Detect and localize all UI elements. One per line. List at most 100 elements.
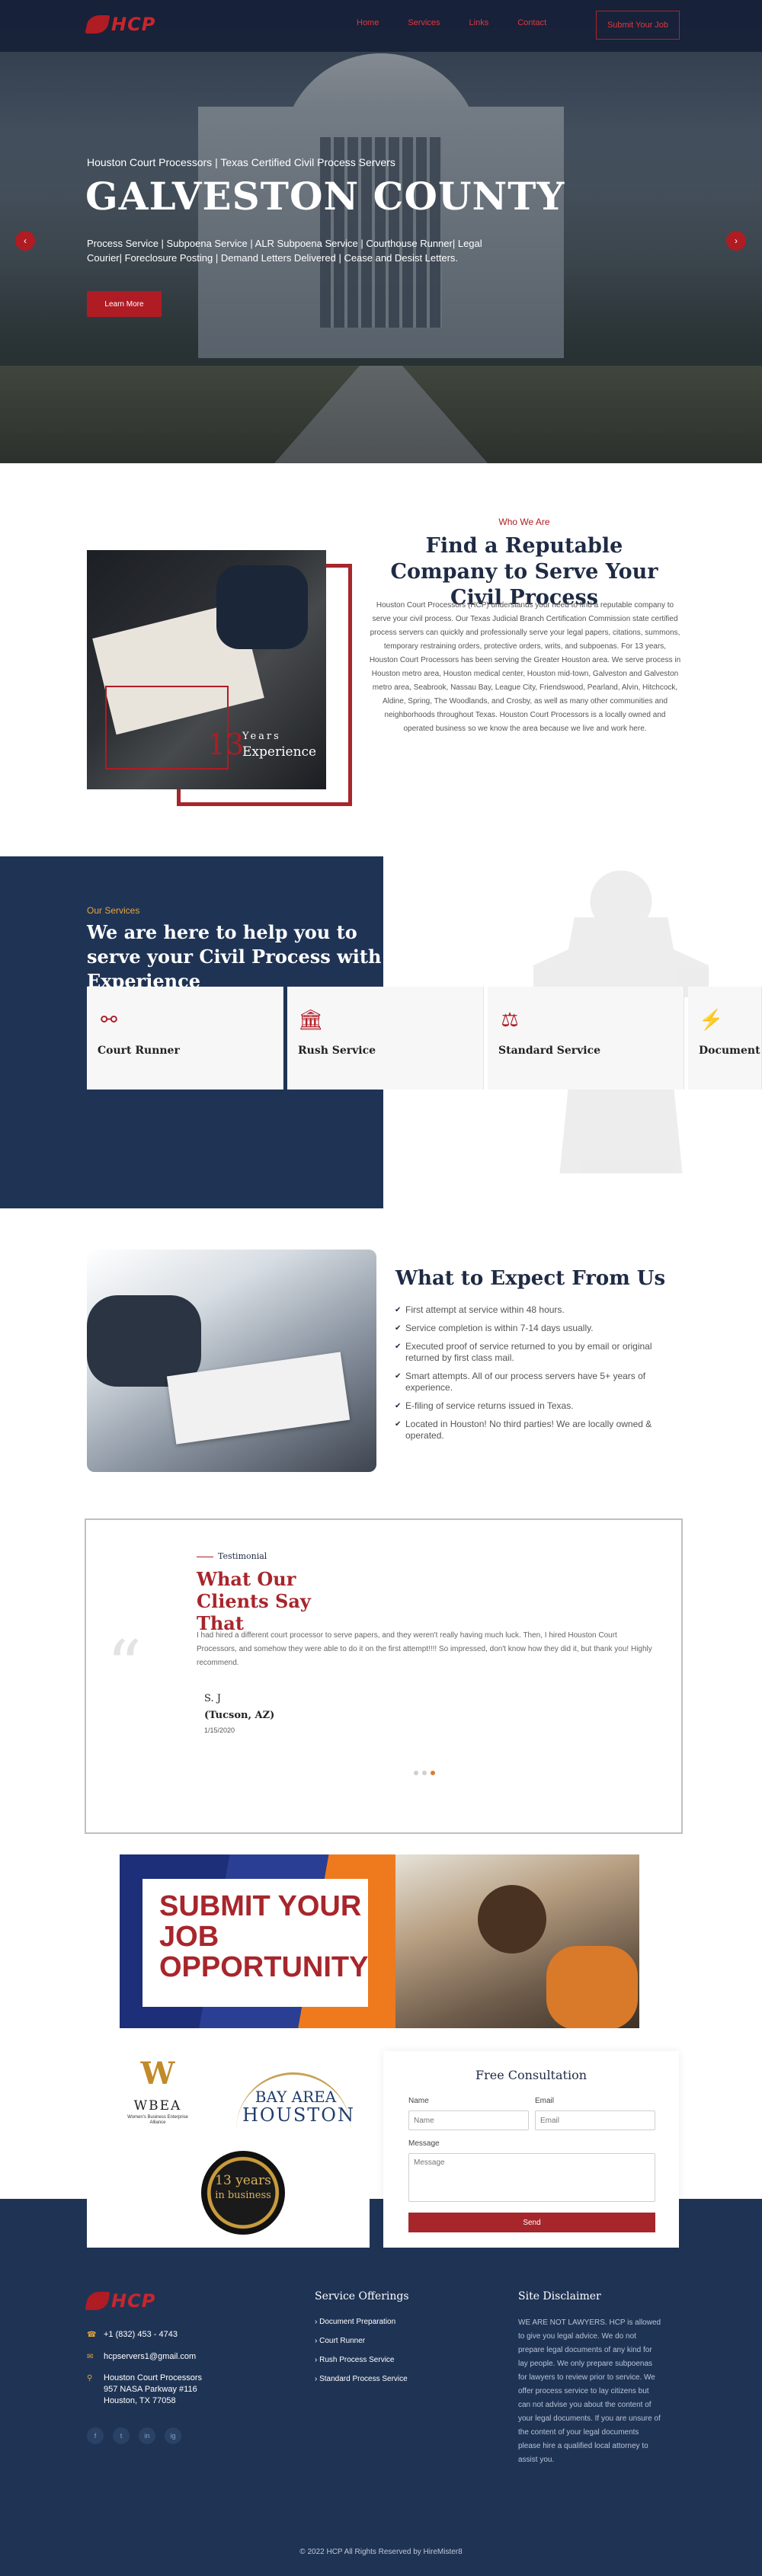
bay-area-houston-logo-line2: HOUSTON [242,2104,355,2126]
bay-area-houston-logo-line1: BAY AREA [255,2088,337,2106]
hero-slider [0,0,762,463]
check-icon: ✔ [395,1306,402,1314]
banner-photo-person [478,1885,546,1954]
slider-prev-arrow-icon[interactable]: ‹ [15,231,35,251]
service-card-court-runner[interactable]: ⚯ Court Runner [87,987,283,1090]
footer-logo[interactable]: HCP [85,2290,156,2312]
book-reader-icon: ⚯ [101,1008,117,1031]
footer-link-text: Court Runner [319,2337,366,2345]
main-nav: Home Services Links Contact [357,18,546,27]
footer-email[interactable]: ✉ hcpservers1@gmail.com [87,2351,196,2363]
expect-image-arm [87,1295,201,1387]
hero-title: GALVESTON COUNTY [85,174,565,219]
instagram-icon[interactable]: ig [165,2427,181,2444]
email-input[interactable] [535,2110,655,2130]
nav-home[interactable]: Home [357,18,379,27]
experience-years-number: 13 [207,728,245,761]
copyright: © 2022 HCP All Rights Reserved by HireMi… [299,2548,463,2556]
footer-link-text: Rush Process Service [319,2356,395,2364]
check-icon: ✔ [395,1402,402,1410]
name-input[interactable] [408,2110,529,2130]
testimonial-date: 1/15/2020 [204,1726,235,1734]
footer-phone[interactable]: ☎ +1 (832) 453 - 4743 [87,2329,178,2341]
check-icon: ✔ [395,1324,402,1333]
email-label: Email [535,2097,555,2105]
pagination-dot-active[interactable] [431,1771,435,1775]
expect-image [87,1250,376,1472]
envelope-icon: ✉ [87,2353,94,2361]
map-pin-icon: ⚲ [87,2374,93,2382]
expect-title: What to Expect From Us [395,1267,666,1290]
testimonial-kicker: Testimonial [197,1551,267,1561]
footer-link-text: Standard Process Service [319,2375,408,2383]
logo-mark-icon [85,2292,110,2310]
footer-disclaimer: WE ARE NOT LAWYERS. HCP is allowed to gi… [518,2318,661,2464]
footer-email-text: hcpservers1@gmail.com [104,2352,197,2361]
expect-item-text: Service completion is within 7-14 days u… [405,1323,594,1333]
send-button[interactable]: Send [408,2213,655,2232]
testimonial-box [85,1518,683,1834]
footer-link[interactable]: › Document Preparation [315,2316,437,2328]
hero-kicker: Houston Court Processors | Texas Certifi… [87,156,395,168]
submit-job-button[interactable]: Submit Your Job [596,11,680,40]
seal-line2: in business [215,2190,271,2201]
experience-years-label: Years [242,731,281,742]
learn-more-button[interactable]: Learn More [87,291,162,317]
wbea-logo-title: WBEA [133,2098,182,2114]
facebook-icon[interactable]: f [87,2427,104,2444]
site-header: HCP Home Services Links Contact Submit Y… [0,0,762,52]
wbea-logo-subtitle: Women's Business Enterprise Alliance [127,2115,188,2125]
quote-icon: “ [107,1626,142,1706]
footer-phone-text: +1 (832) 453 - 4743 [104,2330,178,2339]
footer-link[interactable]: › Rush Process Service [315,2354,437,2366]
expect-item-text: E-filing of service returns issued in Te… [405,1400,574,1411]
footer-link-text: Document Preparation [319,2318,396,2326]
expect-item: ✔ First attempt at service within 48 hour… [395,1304,669,1316]
service-card-title: Rush Service [298,1045,376,1057]
service-card-rush-service[interactable]: 🏛 Rush Service [287,987,484,1090]
service-card-standard-service[interactable]: ⚖ Standard Service [488,987,684,1090]
submit-job-banner[interactable]: SUBMIT YOUR JOB OPPORTUNITY [120,1854,639,2028]
expect-list: ✔ First attempt at service within 48 hour… [395,1304,669,1448]
scales-icon: ⚖ [501,1008,519,1031]
footer-services-heading: Service Offerings [315,2290,409,2302]
pagination-dot[interactable] [422,1771,427,1775]
expect-item-text: Smart attempts. All of our process serve… [405,1371,646,1393]
experience-label: Experience [242,744,317,760]
phone-icon: ☎ [87,2331,97,2339]
message-input[interactable] [408,2153,655,2202]
site-logo[interactable]: HCP [85,13,155,36]
who-body: Houston Court Processors (HCP) understan… [369,601,681,733]
footer-address-text: Houston Court Processors 957 NASA Parkwa… [104,2373,202,2405]
footer-disclaimer-heading: Site Disclaimer [518,2290,601,2302]
who-kicker: Who We Are [498,517,550,527]
service-card-title: Court Runner [98,1045,180,1057]
twitter-icon[interactable]: t [113,2427,130,2444]
nav-links[interactable]: Links [469,18,489,27]
expect-item: ✔ Located in Houston! No third parties! W… [395,1419,669,1442]
services-title: We are here to help you to serve your Ci… [87,921,382,992]
social-links: f t in ig [87,2427,181,2444]
check-icon: ✔ [395,1372,402,1381]
footer-link[interactable]: › Court Runner [315,2335,437,2347]
footer-services-list: › Document Preparation › Court Runner › … [315,2316,437,2392]
pagination-dot[interactable] [414,1771,418,1775]
nav-contact[interactable]: Contact [517,18,546,27]
hero-overlay [0,0,762,463]
consultation-form-title: Free Consultation [475,2068,588,2082]
expect-item: ✔ Service completion is within 7-14 days … [395,1323,669,1334]
wbea-logo-mark: W [140,2056,175,2091]
testimonial-kicker-text: Testimonial [218,1551,267,1561]
footer-link[interactable]: › Standard Process Service [315,2373,437,2385]
nav-services[interactable]: Services [408,18,440,27]
service-card-title: Document Preparation [699,1045,761,1057]
courthouse-icon: 🏛 [298,1008,324,1031]
banner-text: SUBMIT YOUR JOB OPPORTUNITY [159,1890,369,1983]
slider-next-arrow-icon[interactable]: › [726,231,746,251]
expect-item: ✔ Executed proof of service returned to y… [395,1341,669,1364]
seal-line1: 13 years [215,2173,271,2188]
footer-address: ⚲ Houston Court Processors 957 NASA Park… [87,2373,209,2407]
logo-text: HCP [111,2290,156,2312]
linkedin-icon[interactable]: in [139,2427,155,2444]
service-card-document-preparation[interactable]: ⚡ Document Preparation [688,987,762,1090]
